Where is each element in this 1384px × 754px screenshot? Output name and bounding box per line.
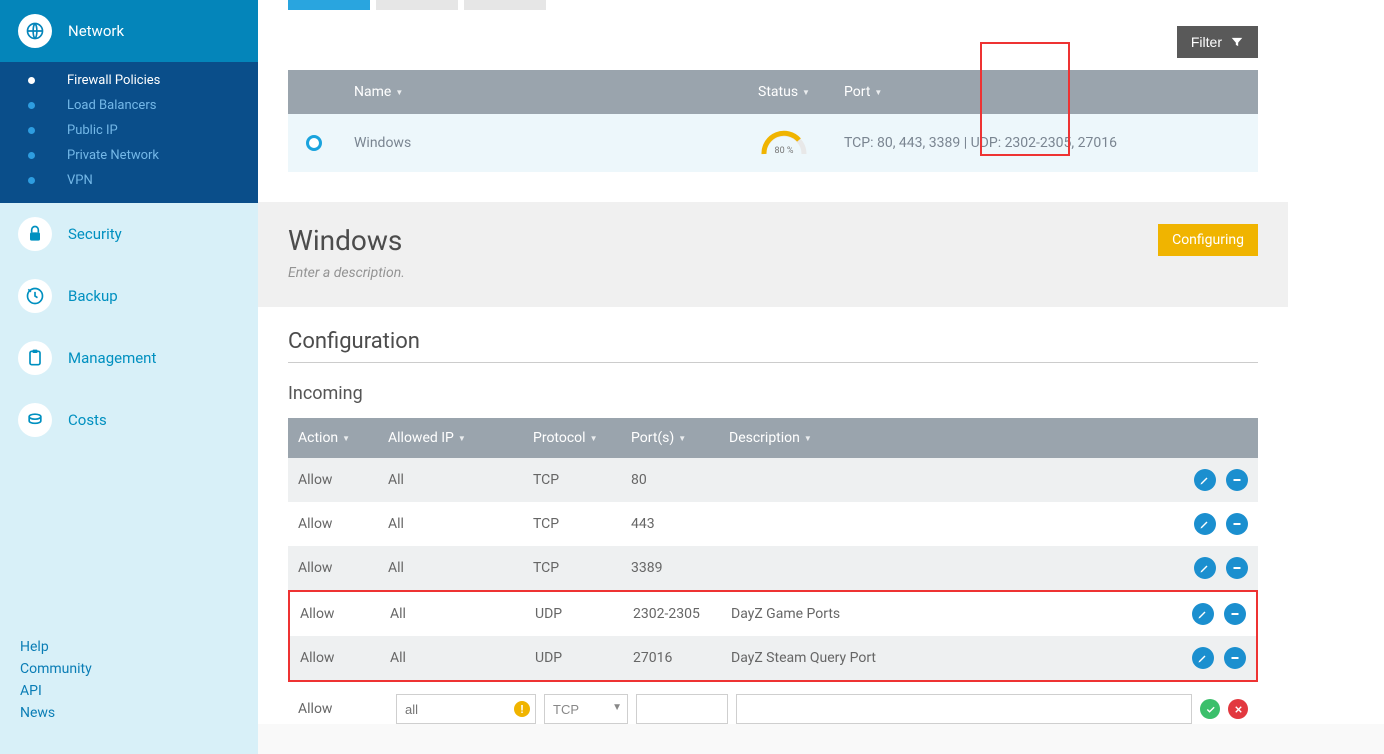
network-subnav: Firewall Policies Load Balancers Public … bbox=[0, 62, 258, 203]
pencil-icon bbox=[1199, 518, 1211, 530]
footer-community[interactable]: Community bbox=[20, 658, 92, 680]
incoming-heading: Incoming bbox=[288, 383, 1258, 404]
backup-icon bbox=[18, 279, 52, 313]
rule-row: Allow All UDP 2302-2305 DayZ Game Ports bbox=[290, 592, 1256, 636]
sidebar-item-management[interactable]: Management bbox=[0, 327, 258, 389]
description-placeholder[interactable]: Enter a description. bbox=[288, 265, 405, 281]
rule-row: Allow All TCP 80 bbox=[288, 458, 1258, 502]
minus-icon bbox=[1231, 474, 1243, 486]
main-content: Filter Name▼ Status▼ Port▼ Windows bbox=[258, 0, 1384, 754]
minus-icon bbox=[1229, 608, 1241, 620]
remove-button[interactable] bbox=[1226, 469, 1248, 491]
edit-button[interactable] bbox=[1194, 557, 1216, 579]
remove-button[interactable] bbox=[1224, 603, 1246, 625]
policy-ports: TCP: 80, 443, 3389 | UDP: 2302-2305, 270… bbox=[844, 135, 1240, 151]
remove-button[interactable] bbox=[1226, 557, 1248, 579]
coins-icon bbox=[18, 403, 52, 437]
sidebar-item-security[interactable]: Security bbox=[0, 203, 258, 265]
highlight-annotation: Allow All UDP 2302-2305 DayZ Game Ports bbox=[288, 590, 1258, 682]
footer-api[interactable]: API bbox=[20, 680, 92, 702]
minus-icon bbox=[1231, 562, 1243, 574]
new-rule-action: Allow bbox=[298, 701, 388, 717]
subnav-load-balancers[interactable]: Load Balancers bbox=[0, 93, 258, 118]
remove-button[interactable] bbox=[1224, 647, 1246, 669]
col-ports[interactable]: Port(s)▼ bbox=[631, 430, 729, 446]
close-icon bbox=[1233, 704, 1244, 715]
sidebar-item-network[interactable]: Network bbox=[0, 0, 258, 62]
rule-row: Allow All TCP 443 bbox=[288, 502, 1258, 546]
detail-title: Windows bbox=[288, 224, 405, 257]
sort-caret-icon: ▼ bbox=[874, 88, 882, 97]
rule-row: Allow All TCP 3389 bbox=[288, 546, 1258, 590]
col-port[interactable]: Port▼ bbox=[844, 84, 1240, 100]
pencil-icon bbox=[1197, 608, 1209, 620]
sort-caret-icon: ▼ bbox=[395, 88, 403, 97]
new-rule-row: Allow ! ▼ bbox=[288, 682, 1258, 724]
filter-icon bbox=[1230, 35, 1244, 49]
ports-input[interactable] bbox=[636, 694, 728, 724]
edit-button[interactable] bbox=[1194, 513, 1216, 535]
tab-3[interactable] bbox=[464, 0, 546, 10]
clipboard-icon bbox=[18, 341, 52, 375]
sidebar-item-label: Network bbox=[68, 22, 124, 40]
footer-news[interactable]: News bbox=[20, 702, 92, 724]
configuration-heading: Configuration bbox=[288, 329, 1258, 363]
edit-button[interactable] bbox=[1192, 647, 1214, 669]
subnav-firewall-policies[interactable]: Firewall Policies bbox=[0, 68, 258, 93]
edit-button[interactable] bbox=[1192, 603, 1214, 625]
policies-table: Name▼ Status▼ Port▼ Windows 80 % bbox=[288, 70, 1258, 172]
chevron-down-icon: ▼ bbox=[612, 702, 622, 713]
tab-2[interactable] bbox=[376, 0, 458, 10]
lock-icon bbox=[18, 217, 52, 251]
footer-help[interactable]: Help bbox=[20, 636, 92, 658]
subnav-vpn[interactable]: VPN bbox=[0, 168, 258, 193]
pencil-icon bbox=[1199, 562, 1211, 574]
warning-icon: ! bbox=[514, 701, 530, 717]
sidebar: Network Firewall Policies Load Balancers… bbox=[0, 0, 258, 754]
sort-caret-icon: ▼ bbox=[802, 88, 810, 97]
sidebar-footer: Help Community API News bbox=[20, 636, 92, 724]
minus-icon bbox=[1229, 652, 1241, 664]
policy-name: Windows bbox=[354, 135, 724, 151]
radio-selected-icon[interactable] bbox=[306, 135, 322, 151]
sidebar-item-costs[interactable]: Costs bbox=[0, 389, 258, 451]
status-badge: Configuring bbox=[1158, 224, 1258, 256]
subnav-private-network[interactable]: Private Network bbox=[0, 143, 258, 168]
minus-icon bbox=[1231, 518, 1243, 530]
description-input[interactable] bbox=[736, 694, 1192, 724]
policy-row[interactable]: Windows 80 % TCP: 80, 443, 3389 | UDP: 2… bbox=[288, 114, 1258, 172]
subnav-public-ip[interactable]: Public IP bbox=[0, 118, 258, 143]
rules-table: Action▼ Allowed IP▼ Protocol▼ Port(s)▼ D… bbox=[288, 418, 1258, 724]
remove-button[interactable] bbox=[1226, 513, 1248, 535]
pencil-icon bbox=[1199, 474, 1211, 486]
network-icon bbox=[18, 14, 52, 48]
rule-row: Allow All UDP 27016 DayZ Steam Query Por… bbox=[290, 636, 1256, 680]
col-protocol[interactable]: Protocol▼ bbox=[533, 430, 631, 446]
col-allowed-ip[interactable]: Allowed IP▼ bbox=[388, 430, 533, 446]
filter-button[interactable]: Filter bbox=[1177, 26, 1258, 58]
edit-button[interactable] bbox=[1194, 469, 1216, 491]
confirm-button[interactable] bbox=[1200, 699, 1220, 719]
check-icon bbox=[1205, 704, 1216, 715]
policy-status: 80 % bbox=[724, 130, 844, 156]
col-name[interactable]: Name▼ bbox=[354, 84, 724, 100]
tabs bbox=[258, 0, 1288, 18]
cancel-button[interactable] bbox=[1228, 699, 1248, 719]
col-status[interactable]: Status▼ bbox=[724, 84, 844, 100]
tab-active[interactable] bbox=[288, 0, 370, 10]
col-action[interactable]: Action▼ bbox=[298, 430, 388, 446]
col-description[interactable]: Description▼ bbox=[729, 430, 1168, 446]
sidebar-item-backup[interactable]: Backup bbox=[0, 265, 258, 327]
pencil-icon bbox=[1197, 652, 1209, 664]
